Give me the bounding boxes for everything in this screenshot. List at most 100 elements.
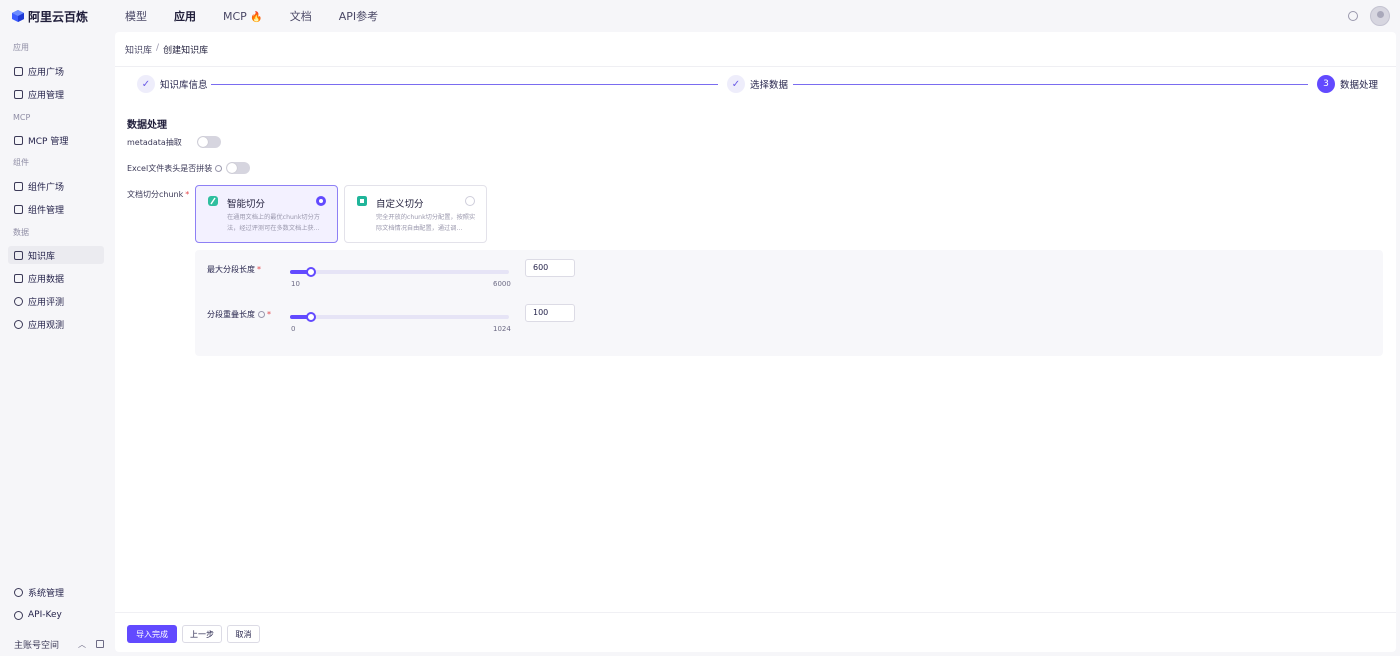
step-data-processing: 3 数据处理	[1317, 75, 1378, 93]
nav-mcp[interactable]: MCP 🔥	[223, 10, 263, 23]
chunk-label: 文档切分chunk *	[127, 189, 189, 200]
sidebar-item-label: API-Key	[28, 610, 62, 620]
section-title: 数据处理	[127, 120, 167, 131]
custom-split-icon	[357, 196, 367, 206]
main-panel: 知识库 / 创建知识库 ✓ 知识库信息 ✓ 选择数据 3 数据处理 数据处理 m…	[115, 32, 1396, 652]
radio-unselected[interactable]	[465, 196, 475, 206]
pie-icon	[14, 319, 23, 329]
smart-split-icon	[208, 196, 218, 206]
excel-header-toggle[interactable]	[226, 162, 250, 174]
header-divider	[115, 66, 1396, 67]
step-kb-info: ✓ 知识库信息	[137, 75, 208, 93]
brand-name: 阿里云百炼	[28, 9, 89, 24]
fire-icon: 🔥	[250, 11, 263, 23]
breadcrumb: 知识库 / 创建知识库	[125, 43, 208, 56]
radio-selected[interactable]	[316, 196, 326, 206]
key-icon	[14, 610, 23, 620]
step-label: 选择数据	[750, 80, 789, 91]
chunk-option-smart[interactable]: 智能切分 在通用文档上的最优chunk切分方法，经过评测可在多数文档上获...	[195, 185, 338, 243]
check-icon: ✓	[137, 75, 155, 93]
sidebar-item-label: 知识库	[28, 251, 56, 262]
workspace-name: 主账号空间	[14, 640, 60, 651]
breadcrumb-parent[interactable]: 知识库	[125, 43, 152, 56]
breadcrumb-current: 创建知识库	[163, 46, 209, 56]
step-select-data: ✓ 选择数据	[727, 75, 788, 93]
max-length-label-text: 最大分段长度	[207, 265, 255, 274]
slider-max-label: 6000	[493, 280, 511, 288]
nav-api-reference[interactable]: API参考	[339, 8, 378, 24]
sidebar-item-label: 组件广场	[28, 182, 65, 193]
max-length-label: 最大分段长度 *	[207, 264, 261, 275]
chunk-option-custom[interactable]: 自定义切分 完全开放的chunk切分配置，按照实际文档情况自由配置，通过调...	[344, 185, 487, 243]
max-length-slider[interactable]	[290, 267, 509, 277]
collapse-sidebar-icon[interactable]	[96, 640, 104, 648]
excel-header-label: Excel文件表头是否拼装	[127, 163, 223, 174]
book-icon	[14, 250, 23, 260]
mcp-icon	[14, 135, 23, 145]
footer-divider	[115, 612, 1396, 613]
slider-min-label: 10	[291, 280, 300, 288]
chunk-option-desc: 在通用文档上的最优chunk切分方法，经过评测可在多数文档上获...	[227, 214, 320, 232]
breadcrumb-separator: /	[156, 43, 160, 53]
nav-models[interactable]: 模型	[125, 8, 147, 24]
sidebar: 应用 应用广场 应用管理 MCP MCP 管理 组件 组件广场 组件管理 数据 …	[0, 32, 114, 656]
brand[interactable]: 阿里云百炼	[12, 8, 125, 25]
step-connector	[211, 84, 718, 85]
sidebar-item-label: 应用观测	[28, 320, 65, 331]
grid-icon	[14, 89, 23, 99]
component-icon	[14, 204, 23, 214]
chunk-option-title: 自定义切分	[376, 199, 424, 210]
import-complete-button[interactable]: 导入完成	[127, 625, 177, 643]
previous-step-button[interactable]: 上一步	[182, 625, 222, 643]
help-icon[interactable]	[215, 165, 223, 172]
overlap-length-slider[interactable]	[290, 312, 509, 322]
sidebar-group-components: 组件	[13, 158, 29, 167]
chevron-up-icon[interactable]: ︿	[78, 639, 86, 650]
top-right-tools	[1348, 6, 1390, 26]
sidebar-item-label: 组件管理	[28, 205, 65, 216]
sidebar-item-label: 应用广场	[28, 67, 65, 78]
sidebar-item-app-data[interactable]: 应用数据	[8, 269, 104, 287]
sidebar-item-app-evaluation[interactable]: 应用评测	[8, 292, 104, 310]
step-number: 3	[1317, 75, 1335, 93]
chunk-label-text: 文档切分chunk	[127, 190, 184, 199]
sidebar-item-app-manage[interactable]: 应用管理	[8, 85, 104, 103]
top-nav: 模型 应用 MCP 🔥 文档 API参考	[125, 8, 405, 24]
sidebar-item-system-manage[interactable]: 系统管理	[8, 583, 104, 601]
sidebar-group-mcp: MCP	[13, 113, 31, 122]
cancel-button[interactable]: 取消	[227, 625, 260, 643]
slider-max-label: 1024	[493, 325, 511, 333]
nav-mcp-label: MCP	[223, 9, 247, 23]
slider-handle[interactable]	[306, 267, 316, 277]
slider-handle[interactable]	[306, 312, 316, 322]
sidebar-item-component-square[interactable]: 组件广场	[8, 177, 104, 195]
user-icon	[14, 587, 23, 597]
sidebar-item-api-key[interactable]: API-Key	[8, 606, 104, 624]
step-label: 数据处理	[1340, 80, 1379, 91]
step-label: 知识库信息	[160, 80, 208, 91]
settings-icon[interactable]	[1348, 11, 1358, 21]
sidebar-item-mcp-manage[interactable]: MCP 管理	[8, 131, 104, 149]
required-mark: *	[185, 190, 190, 199]
metadata-toggle[interactable]	[197, 136, 221, 148]
max-length-input[interactable]: 600	[525, 259, 575, 277]
chunk-option-title: 智能切分	[227, 199, 266, 210]
component-icon	[14, 181, 23, 191]
overlap-length-input[interactable]: 100	[525, 304, 575, 322]
nav-docs[interactable]: 文档	[290, 8, 312, 24]
help-icon[interactable]	[258, 311, 265, 318]
bailian-logo-icon	[12, 10, 24, 22]
sidebar-item-knowledge-base[interactable]: 知识库	[8, 246, 104, 264]
metadata-label-text: metadata抽取	[127, 138, 182, 147]
sidebar-item-app-square[interactable]: 应用广场	[8, 62, 104, 80]
avatar[interactable]	[1370, 6, 1390, 26]
sidebar-item-app-observe[interactable]: 应用观测	[8, 315, 104, 333]
workspace-switcher[interactable]: 主账号空间 ︿	[8, 635, 104, 653]
chunk-params-panel: 最大分段长度 * 10 6000 600 分段重叠长度 * 0 1024 100	[195, 250, 1383, 356]
sidebar-group-apps: 应用	[13, 43, 29, 52]
step-connector	[793, 84, 1308, 85]
nav-apps[interactable]: 应用	[174, 8, 196, 24]
slider-min-label: 0	[291, 325, 296, 333]
sidebar-item-component-manage[interactable]: 组件管理	[8, 200, 104, 218]
top-bar: 阿里云百炼 模型 应用 MCP 🔥 文档 API参考	[0, 0, 1400, 32]
